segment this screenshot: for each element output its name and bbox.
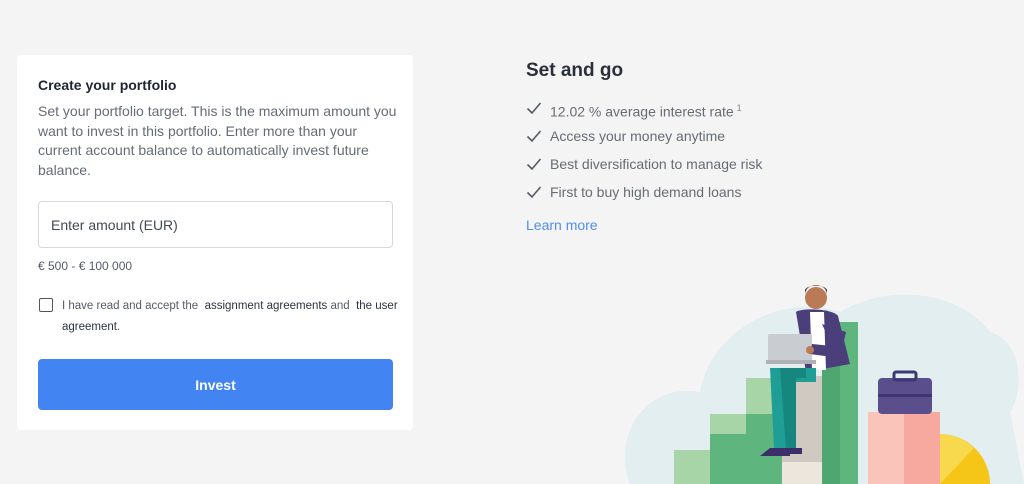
bar-light-2 (710, 414, 746, 434)
benefits-list: 12.02 % average interest rate 1 Access yo… (526, 97, 762, 209)
benefit-item: Best diversification to manage risk (526, 153, 762, 181)
card-description: Set your portfolio target. This is the m… (38, 103, 397, 178)
side-title: Set and go (526, 60, 624, 81)
benefit-text: Best diversification to manage risk (550, 156, 763, 172)
amount-input[interactable] (38, 201, 393, 248)
agreement-prefix: I have read and accept the (62, 300, 199, 312)
pink-block-light (868, 412, 904, 484)
invest-button[interactable]: Invest (38, 359, 393, 410)
benefit-text: First to buy high demand loans (550, 184, 742, 200)
card-title: Create your portfolio (38, 77, 177, 93)
seat-block-front (782, 462, 822, 484)
bar-light-1 (674, 450, 710, 484)
footnote-marker: 1 (736, 103, 742, 113)
benefit-item: First to buy high demand loans (526, 181, 762, 209)
check-icon (526, 102, 542, 115)
agreement-checkbox[interactable] (39, 298, 53, 312)
benefit-text: 12.02 % average interest rate (550, 103, 734, 120)
amount-range-hint: € 500 - € 100 000 (38, 259, 133, 273)
benefit-item: Access your money anytime (526, 125, 762, 153)
laptop-icon (768, 334, 812, 362)
benefit-text: Access your money anytime (550, 128, 726, 144)
agreement-suffix: . (116, 321, 121, 333)
page: Create your portfolio Set your portfolio… (0, 0, 1024, 484)
benefit-item: 12.02 % average interest rate 1 (526, 97, 762, 125)
agreement-text: I have read and accept the assignment ag… (62, 296, 398, 338)
check-icon (526, 158, 542, 171)
check-icon (526, 186, 542, 199)
assignment-agreements-link[interactable]: assignment agreements (205, 300, 328, 312)
check-icon (526, 130, 542, 143)
investor-illustration (624, 285, 1024, 484)
learn-more-link[interactable]: Learn more (526, 217, 598, 233)
agreement-and: and (330, 300, 350, 312)
